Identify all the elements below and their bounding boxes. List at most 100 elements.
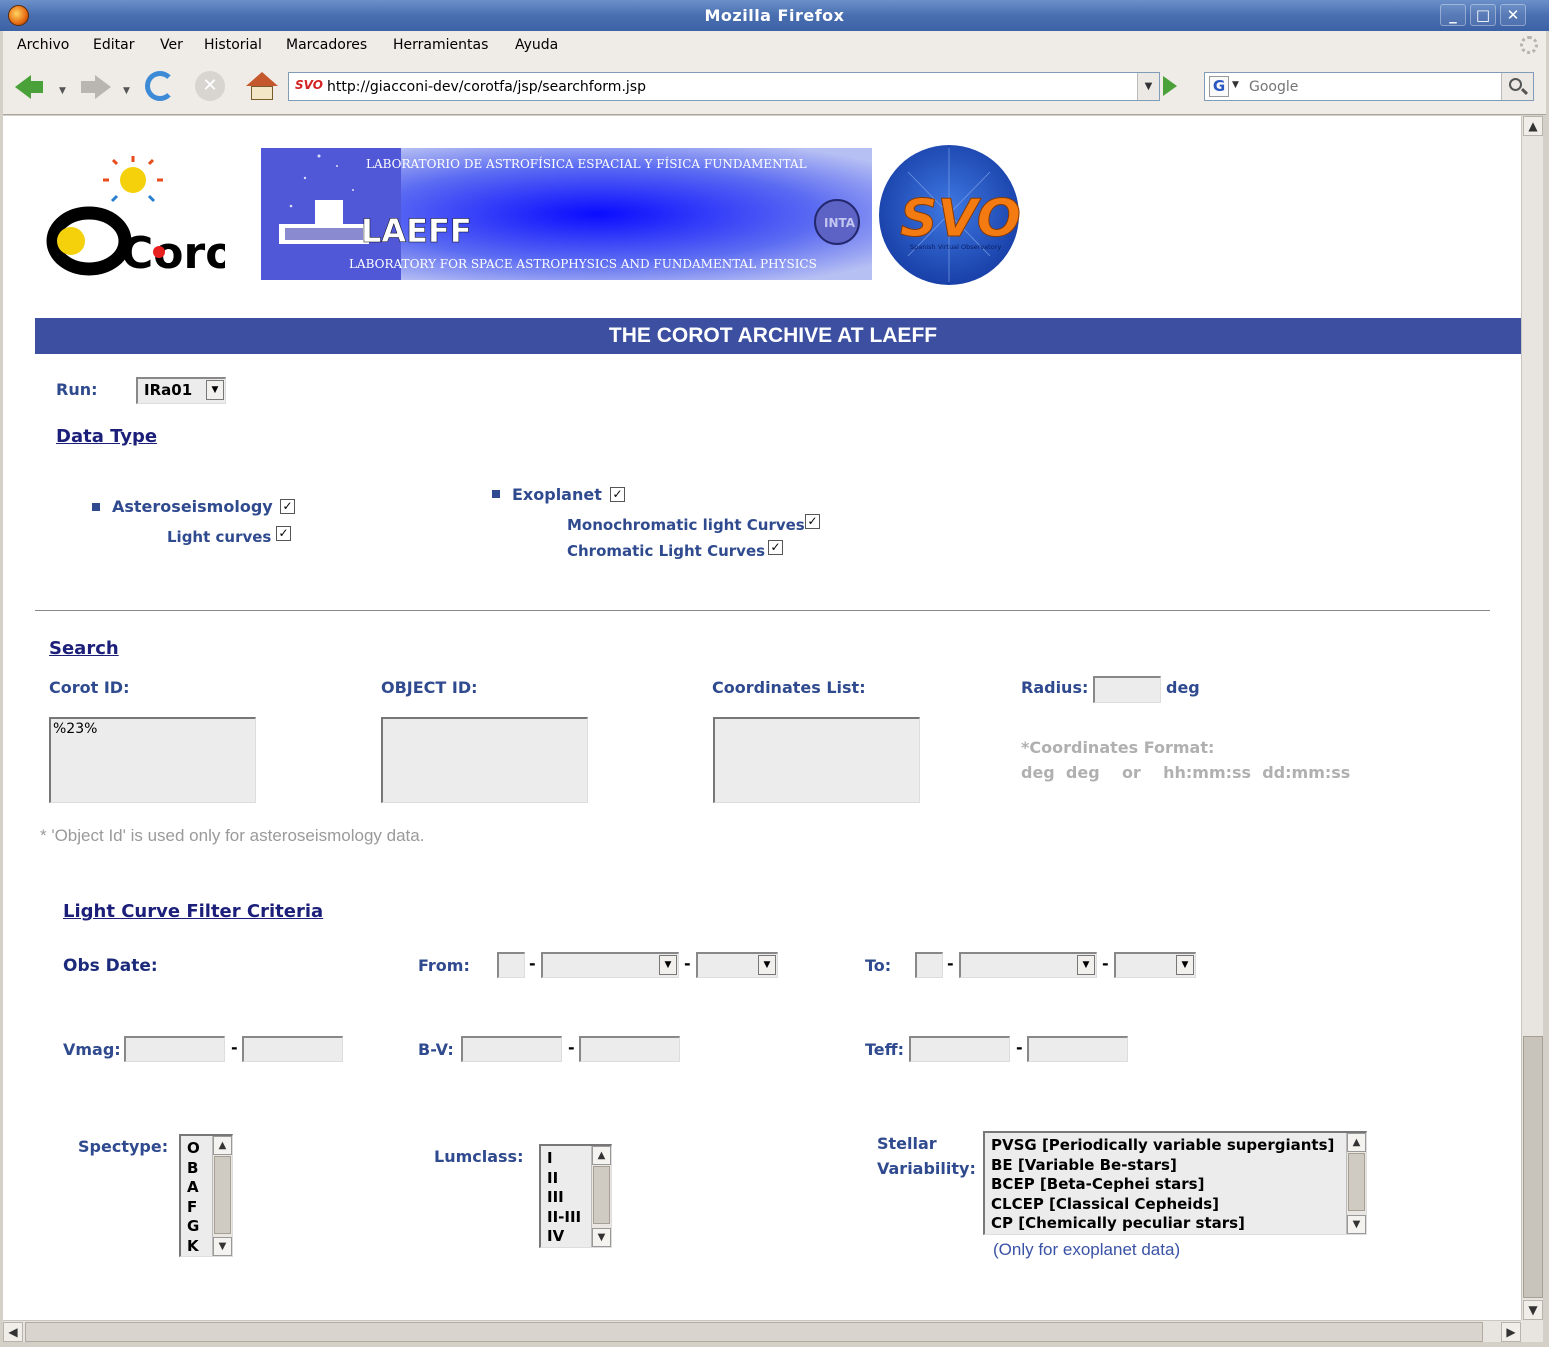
chevron-up-icon[interactable]: ▲ bbox=[1347, 1133, 1366, 1152]
stellar-variability-scrollbar[interactable]: ▲ ▼ bbox=[1346, 1133, 1366, 1234]
exoplanet-checkbox[interactable]: ✓ bbox=[610, 487, 625, 502]
asteroseismology-checkbox[interactable]: ✓ bbox=[280, 499, 295, 514]
from-day-input[interactable] bbox=[497, 952, 525, 978]
forward-button[interactable] bbox=[77, 69, 113, 105]
to-month-select[interactable]: ▼ bbox=[959, 952, 1097, 978]
chevron-down-icon[interactable]: ▼ bbox=[1347, 1215, 1366, 1234]
home-button[interactable] bbox=[244, 69, 280, 105]
object-id-textarea[interactable] bbox=[381, 717, 588, 803]
list-item[interactable]: BCEP [Beta-Cephei stars] bbox=[991, 1175, 1204, 1195]
corot-id-textarea[interactable]: %23% bbox=[49, 717, 256, 803]
minimize-button[interactable]: _ bbox=[1440, 4, 1466, 26]
menu-ayuda[interactable]: Ayuda bbox=[515, 37, 558, 53]
url-bar[interactable]: SVO http://giacconi-dev/corotfa/jsp/sear… bbox=[288, 72, 1160, 101]
to-year-select[interactable]: ▼ bbox=[1114, 952, 1196, 978]
stop-button[interactable]: ✕ bbox=[193, 69, 229, 105]
vertical-scrollbar[interactable]: ▲ ▼ bbox=[1521, 116, 1543, 1320]
list-item[interactable]: II-III bbox=[547, 1208, 581, 1228]
back-button[interactable] bbox=[13, 69, 49, 105]
chevron-up-icon[interactable]: ▲ bbox=[213, 1136, 232, 1155]
chevron-down-icon[interactable]: ▼ bbox=[1176, 955, 1194, 975]
search-heading[interactable]: Search bbox=[49, 638, 119, 659]
coordinates-list-textarea[interactable] bbox=[713, 717, 920, 803]
url-history-dropdown[interactable]: ▼ bbox=[1137, 73, 1159, 100]
list-item[interactable]: CLCEP [Classical Cepheids] bbox=[991, 1195, 1219, 1215]
list-item[interactable]: I bbox=[547, 1149, 553, 1169]
list-item[interactable]: G bbox=[187, 1217, 199, 1237]
search-engine-dropdown[interactable]: ▼ bbox=[1232, 80, 1239, 90]
scroll-thumb[interactable] bbox=[1348, 1153, 1365, 1211]
scroll-thumb[interactable] bbox=[214, 1156, 231, 1234]
chevron-down-icon[interactable]: ▼ bbox=[659, 955, 677, 975]
list-item[interactable]: IV bbox=[547, 1227, 564, 1247]
spectype-listbox[interactable]: O B A F G K ▲ ▼ bbox=[179, 1134, 233, 1257]
list-item[interactable]: II bbox=[547, 1169, 558, 1189]
horizontal-scrollbar[interactable]: ◀ ▶ bbox=[3, 1320, 1521, 1342]
web-search-bar[interactable]: G ▼ bbox=[1204, 72, 1534, 101]
scroll-thumb[interactable] bbox=[593, 1166, 610, 1224]
radius-input[interactable] bbox=[1093, 676, 1161, 703]
chevron-left-icon[interactable]: ◀ bbox=[3, 1322, 23, 1342]
bv-min-input[interactable] bbox=[461, 1036, 562, 1062]
scroll-thumb[interactable] bbox=[25, 1322, 1483, 1342]
corot-logo: Corot bbox=[46, 156, 225, 279]
chevron-right-icon[interactable]: ▶ bbox=[1501, 1322, 1521, 1342]
list-item[interactable]: BE [Variable Be-stars] bbox=[991, 1156, 1177, 1176]
chromatic-checkbox[interactable]: ✓ bbox=[768, 540, 783, 555]
menu-herramientas[interactable]: Herramientas bbox=[393, 37, 488, 53]
url-text[interactable]: http://giacconi-dev/corotfa/jsp/searchfo… bbox=[327, 79, 646, 95]
to-day-input[interactable] bbox=[915, 952, 943, 978]
vmag-max-input[interactable] bbox=[242, 1036, 343, 1062]
bv-max-input[interactable] bbox=[579, 1036, 680, 1062]
date-separator: - bbox=[529, 954, 536, 973]
laeff-banner: LABORATORIO DE ASTROFÍSICA ESPACIAL Y FÍ… bbox=[261, 148, 872, 280]
teff-min-input[interactable] bbox=[909, 1036, 1010, 1062]
from-month-select[interactable]: ▼ bbox=[541, 952, 679, 978]
monochromatic-label: Monochromatic light Curves bbox=[567, 516, 805, 534]
monochromatic-checkbox[interactable]: ✓ bbox=[805, 514, 820, 529]
chevron-down-icon[interactable]: ▼ bbox=[1077, 955, 1095, 975]
maximize-button[interactable]: □ bbox=[1470, 4, 1496, 26]
scroll-thumb[interactable] bbox=[1523, 1036, 1543, 1298]
chevron-down-icon[interactable]: ▼ bbox=[206, 380, 224, 400]
list-item[interactable]: PVSG [Periodically variable supergiants] bbox=[991, 1136, 1334, 1156]
chevron-up-icon[interactable]: ▲ bbox=[1523, 116, 1543, 136]
list-item[interactable]: K bbox=[187, 1237, 199, 1257]
lumclass-listbox[interactable]: I II III II-III IV ▲ ▼ bbox=[539, 1144, 612, 1248]
chevron-down-icon[interactable]: ▼ bbox=[758, 955, 776, 975]
chevron-down-icon[interactable]: ▼ bbox=[213, 1237, 232, 1256]
search-button[interactable] bbox=[1501, 73, 1533, 100]
chevron-down-icon[interactable]: ▼ bbox=[592, 1228, 611, 1247]
lumclass-scrollbar[interactable]: ▲ ▼ bbox=[591, 1146, 611, 1247]
menu-marcadores[interactable]: Marcadores bbox=[286, 37, 367, 53]
list-item[interactable]: B bbox=[187, 1159, 198, 1179]
forward-history-dropdown[interactable]: ▼ bbox=[123, 86, 130, 96]
menu-archivo[interactable]: Archivo bbox=[17, 37, 69, 53]
spectype-scrollbar[interactable]: ▲ ▼ bbox=[212, 1136, 232, 1256]
from-year-select[interactable]: ▼ bbox=[696, 952, 778, 978]
teff-max-input[interactable] bbox=[1027, 1036, 1128, 1062]
object-id-label: OBJECT ID: bbox=[381, 678, 478, 697]
menu-editar[interactable]: Editar bbox=[93, 37, 134, 53]
astero-light-curves-checkbox[interactable]: ✓ bbox=[276, 526, 291, 541]
search-engine-icon[interactable]: G bbox=[1209, 76, 1229, 97]
close-button[interactable]: ✕ bbox=[1500, 4, 1526, 26]
chevron-up-icon[interactable]: ▲ bbox=[592, 1146, 611, 1165]
menu-ver[interactable]: Ver bbox=[160, 37, 183, 53]
reload-button[interactable] bbox=[143, 69, 179, 105]
light-curve-filter-heading[interactable]: Light Curve Filter Criteria bbox=[63, 901, 323, 922]
run-select[interactable]: IRa01 ▼ bbox=[136, 377, 226, 404]
data-type-heading[interactable]: Data Type bbox=[56, 426, 157, 447]
go-button[interactable] bbox=[1163, 76, 1177, 96]
list-item[interactable]: A bbox=[187, 1178, 199, 1198]
vmag-min-input[interactable] bbox=[124, 1036, 225, 1062]
list-item[interactable]: CP [Chemically peculiar stars] bbox=[991, 1214, 1245, 1234]
web-search-input[interactable] bbox=[1247, 75, 1499, 98]
back-history-dropdown[interactable]: ▼ bbox=[59, 86, 66, 96]
menu-historial[interactable]: Historial bbox=[204, 37, 262, 53]
list-item[interactable]: F bbox=[187, 1198, 197, 1218]
list-item[interactable]: III bbox=[547, 1188, 564, 1208]
chevron-down-icon[interactable]: ▼ bbox=[1523, 1300, 1543, 1320]
stellar-variability-listbox[interactable]: PVSG [Periodically variable supergiants]… bbox=[983, 1131, 1367, 1235]
list-item[interactable]: O bbox=[187, 1139, 200, 1159]
